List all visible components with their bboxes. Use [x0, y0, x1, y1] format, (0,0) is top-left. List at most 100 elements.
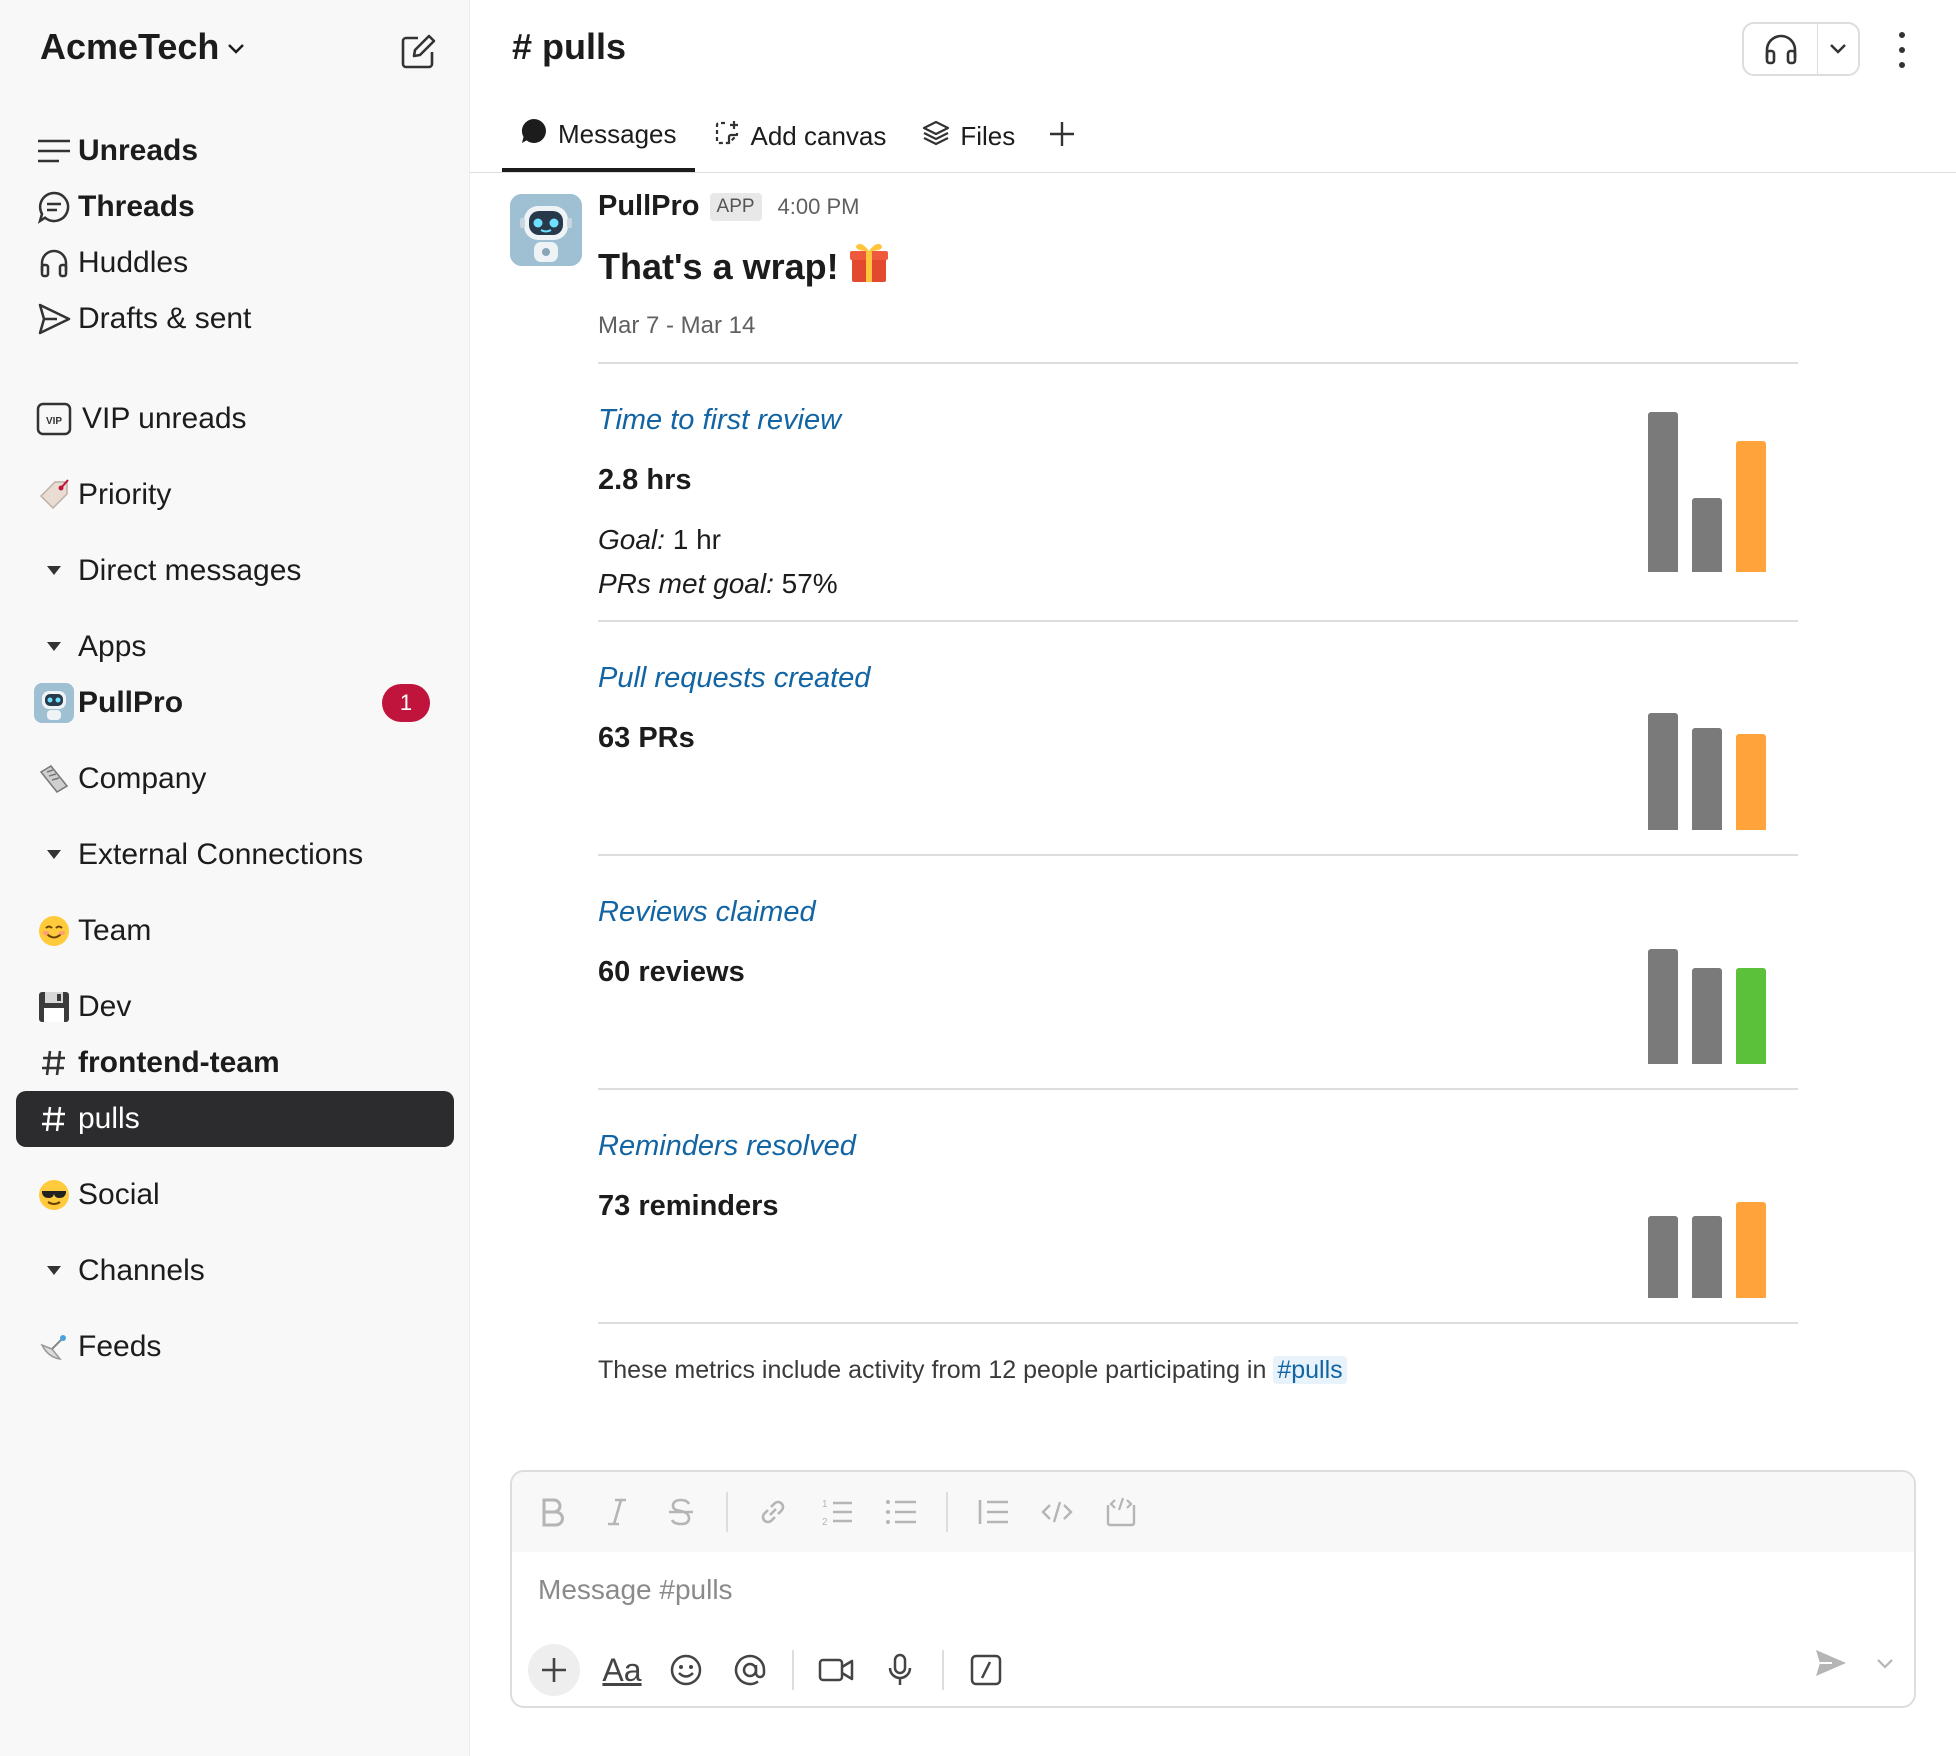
- metric-bar: [1648, 713, 1678, 830]
- caret-down-icon: [16, 1243, 78, 1299]
- tab-label: Files: [960, 120, 1016, 151]
- sidebar-section-channels[interactable]: Channels: [16, 1243, 454, 1299]
- huddle-button[interactable]: [1742, 22, 1860, 76]
- video-icon[interactable]: [814, 1648, 858, 1692]
- hash-icon: [16, 1091, 78, 1147]
- tab-messages[interactable]: Messages: [502, 112, 695, 172]
- send-icon[interactable]: [1814, 1648, 1848, 1683]
- more-options-icon[interactable]: [1890, 28, 1914, 72]
- metric-bar-chart: [1648, 904, 1768, 1064]
- pullpro-avatar[interactable]: [510, 194, 582, 266]
- sidebar-item-label: Direct messages: [78, 554, 302, 587]
- svg-text:VIP: VIP: [46, 416, 62, 427]
- toolbar-separator: [942, 1650, 944, 1690]
- metric-bar-chart: [1648, 670, 1768, 830]
- strikethrough-icon[interactable]: [662, 1497, 700, 1527]
- sidebar-section-direct-messages[interactable]: Direct messages: [16, 543, 454, 599]
- sidebar-item-pullpro[interactable]: PullPro 1: [16, 675, 454, 731]
- tab-files[interactable]: Files: [904, 112, 1033, 160]
- toolbar-separator: [792, 1650, 794, 1690]
- title-text: That's a wrap!: [598, 245, 839, 287]
- sidebar: AcmeTech Unreads Threads Huddles Drafts …: [0, 0, 470, 1756]
- sidebar-item-label: Social: [78, 1178, 160, 1211]
- sidebar-item-priority[interactable]: Priority: [16, 467, 454, 523]
- add-tab-icon[interactable]: [1033, 112, 1091, 160]
- metric-bar-chart: [1648, 412, 1768, 572]
- bulleted-list-icon[interactable]: [882, 1497, 920, 1527]
- sender-name[interactable]: PullPro: [598, 190, 700, 223]
- metric-bar-chart: [1648, 1138, 1768, 1298]
- smiling-face-icon: [16, 903, 78, 959]
- app-badge: APP: [709, 192, 762, 221]
- toolbar-separator: [726, 1492, 728, 1532]
- link-icon[interactable]: [754, 1496, 792, 1528]
- compose-icon[interactable]: [396, 30, 440, 74]
- italic-icon[interactable]: [598, 1497, 636, 1527]
- channel-view: # pulls Messages Add canvas Files PullPr…: [470, 0, 1956, 1756]
- sidebar-item-label: Feeds: [78, 1330, 162, 1363]
- plus-icon[interactable]: [528, 1644, 580, 1696]
- slash-command-icon[interactable]: [964, 1648, 1008, 1692]
- sidebar-item-unreads[interactable]: Unreads: [16, 123, 454, 179]
- send-controls: [1814, 1648, 1894, 1683]
- chevron-down-icon[interactable]: [1876, 1657, 1894, 1675]
- sidebar-channel-pulls[interactable]: pulls: [16, 1091, 454, 1147]
- sidebar-item-threads[interactable]: Threads: [16, 179, 454, 235]
- send-icon: [16, 291, 78, 347]
- sidebar-item-dev[interactable]: Dev: [16, 979, 454, 1035]
- workspace-switcher[interactable]: AcmeTech: [40, 26, 245, 68]
- sidebar-item-label: pulls: [78, 1102, 140, 1135]
- message-bubble-icon: [520, 117, 548, 152]
- bold-icon[interactable]: [534, 1497, 572, 1527]
- tab-label: Add canvas: [750, 120, 887, 151]
- gift-icon: [847, 240, 891, 293]
- channel-link[interactable]: #pulls: [1273, 1356, 1347, 1384]
- tab-label: Messages: [558, 118, 677, 149]
- unread-badge: 1: [382, 684, 430, 722]
- sidebar-item-feeds[interactable]: Feeds: [16, 1319, 454, 1375]
- metric-title: Pull requests created: [598, 662, 871, 694]
- sidebar-channel-frontend-team[interactable]: frontend-team: [16, 1035, 454, 1091]
- code-block-icon[interactable]: [1102, 1497, 1140, 1527]
- sidebar-section-external-connections[interactable]: External Connections: [16, 827, 454, 883]
- divider: [598, 1322, 1798, 1324]
- caret-down-icon: [16, 619, 78, 675]
- mention-icon[interactable]: [728, 1648, 772, 1692]
- sidebar-item-team[interactable]: Team: [16, 903, 454, 959]
- sidebar-item-label: Channels: [78, 1254, 205, 1287]
- metric-bar: [1736, 968, 1766, 1064]
- metrics-footnote: These metrics include activity from 12 p…: [598, 1356, 1347, 1385]
- toolbar-separator: [946, 1492, 948, 1532]
- headphones-icon: [16, 235, 78, 291]
- sidebar-item-social[interactable]: Social: [16, 1167, 454, 1223]
- sidebar-item-drafts[interactable]: Drafts & sent: [16, 291, 454, 347]
- metric-value: 60 reviews: [598, 956, 745, 988]
- canvas-icon: [713, 119, 741, 154]
- metric-met-goal: PRs met goal: 57%: [598, 568, 838, 599]
- sidebar-item-company[interactable]: Company: [16, 751, 454, 807]
- svg-text:1: 1: [822, 1499, 828, 1510]
- sidebar-section-apps[interactable]: Apps: [16, 619, 454, 675]
- sidebar-item-huddles[interactable]: Huddles: [16, 235, 454, 291]
- sidebar-item-label: Team: [78, 914, 152, 947]
- composer-actions: Aa: [528, 1642, 1008, 1698]
- sidebar-item-label: External Connections: [78, 838, 364, 871]
- blockquote-icon[interactable]: [974, 1497, 1012, 1527]
- numbered-list-icon[interactable]: 12: [818, 1497, 856, 1527]
- headphones-icon[interactable]: [1744, 24, 1818, 74]
- emoji-icon[interactable]: [664, 1648, 708, 1692]
- chevron-down-icon[interactable]: [1818, 43, 1858, 55]
- text-format-toggle[interactable]: Aa: [600, 1648, 644, 1692]
- hash-icon: [16, 1035, 78, 1091]
- tab-add-canvas[interactable]: Add canvas: [695, 112, 905, 160]
- message-timestamp[interactable]: 4:00 PM: [778, 194, 860, 220]
- metric-bar: [1648, 949, 1678, 1064]
- svg-text:2: 2: [822, 1517, 828, 1527]
- message-input[interactable]: Message #pulls: [538, 1574, 733, 1606]
- sidebar-item-vip-unreads[interactable]: VIP VIP unreads: [16, 391, 454, 447]
- microphone-icon[interactable]: [878, 1648, 922, 1692]
- code-icon[interactable]: [1038, 1499, 1076, 1525]
- newspaper-icon: [16, 751, 78, 807]
- workspace-name: AcmeTech: [40, 26, 220, 67]
- channel-title[interactable]: # pulls: [512, 26, 626, 68]
